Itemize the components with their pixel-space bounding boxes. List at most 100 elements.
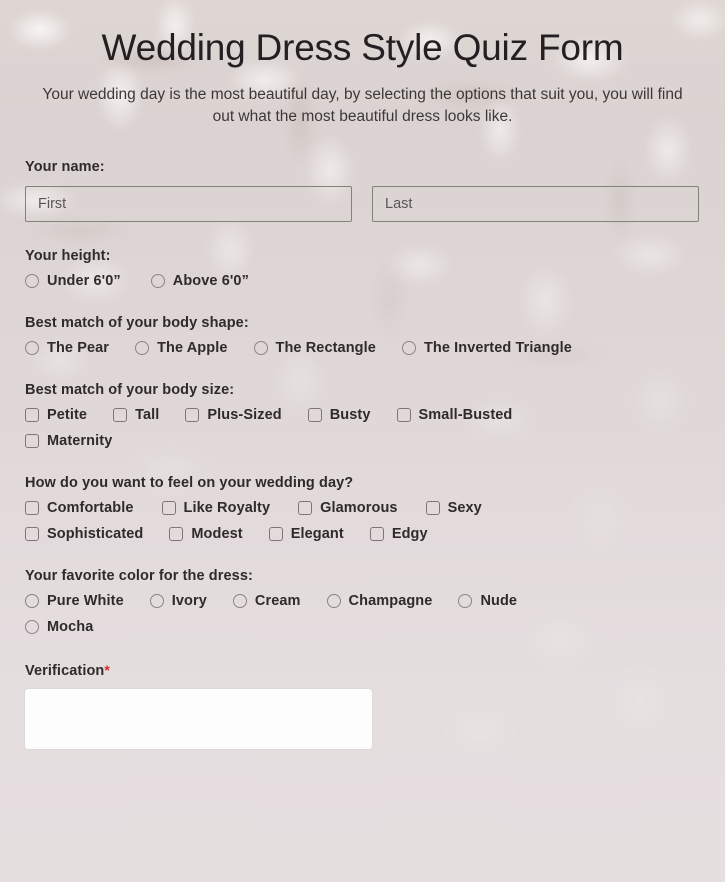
radio-circle-icon[interactable]	[253, 341, 268, 356]
question-body-size: Best match of your body size: Petite Tal…	[25, 382, 700, 449]
checkbox-option-like-royalty[interactable]: Like Royalty	[161, 500, 271, 517]
radio-circle-icon[interactable]	[149, 594, 164, 609]
option-label: Pure White	[47, 593, 124, 610]
checkbox-option-plus-sized[interactable]: Plus-Sized	[185, 407, 282, 423]
option-label: Nude	[480, 593, 518, 610]
question-label-wedding-day-feel: How do you want to feel on your wedding …	[25, 475, 354, 492]
option-label: Mocha	[47, 619, 94, 636]
checkbox-square-icon[interactable]	[298, 501, 313, 516]
radio-option-above-6-0[interactable]: Above 6'0”	[150, 273, 249, 290]
option-row: Petite Tall Plus-Sized Busty Small-Buste…	[25, 407, 700, 423]
checkbox-square-icon[interactable]	[425, 501, 440, 516]
checkbox-option-modest[interactable]: Modest	[169, 526, 243, 543]
checkbox-option-elegant[interactable]: Elegant	[268, 526, 344, 543]
radio-option-the-apple[interactable]: The Apple	[135, 340, 227, 356]
checkbox-option-comfortable[interactable]: Comfortable	[25, 500, 134, 516]
question-wedding-day-feel: How do you want to feel on your wedding …	[25, 475, 700, 542]
radio-circle-icon[interactable]	[25, 594, 39, 609]
radio-option-mocha[interactable]: Mocha	[25, 619, 93, 635]
option-row: Mocha	[25, 619, 700, 635]
option-label: Modest	[191, 526, 243, 543]
option-label: The Pear	[47, 340, 110, 357]
checkbox-square-icon[interactable]	[25, 408, 39, 423]
checkbox-option-sophisticated[interactable]: Sophisticated	[25, 526, 143, 542]
checkbox-square-icon[interactable]	[25, 434, 39, 449]
option-label: Cream	[254, 593, 301, 610]
radio-circle-icon[interactable]	[326, 594, 341, 609]
radio-option-nude[interactable]: Nude	[458, 593, 517, 609]
checkbox-option-busty[interactable]: Busty	[307, 407, 371, 424]
option-label: Comfortable	[47, 500, 134, 517]
checkbox-square-icon[interactable]	[396, 408, 411, 423]
checkbox-option-glamorous[interactable]: Glamorous	[298, 500, 397, 516]
option-label: Petite	[47, 407, 88, 424]
last-name-input[interactable]	[372, 186, 699, 223]
form-content: Wedding Dress Style Quiz Form Your weddi…	[0, 0, 725, 750]
option-label: Champagne	[348, 593, 433, 610]
radio-option-pure-white[interactable]: Pure White	[25, 593, 124, 609]
question-label-verification: Verification*	[25, 662, 700, 679]
checkbox-option-petite[interactable]: Petite	[25, 407, 87, 423]
checkbox-square-icon[interactable]	[169, 527, 184, 542]
radio-circle-icon[interactable]	[401, 341, 416, 356]
question-label-body-shape: Best match of your body shape:	[25, 315, 249, 332]
option-label: Under 6'0”	[47, 273, 121, 290]
radio-circle-icon[interactable]	[458, 594, 473, 609]
radio-option-cream[interactable]: Cream	[232, 593, 301, 610]
page-title: Wedding Dress Style Quiz Form	[101, 27, 624, 68]
option-label: Busty	[329, 407, 371, 424]
question-label-your-name: Your name:	[25, 159, 105, 176]
checkbox-square-icon[interactable]	[268, 527, 283, 542]
option-label: Elegant	[290, 526, 344, 543]
radio-circle-icon[interactable]	[25, 274, 39, 289]
radio-option-champagne[interactable]: Champagne	[326, 593, 433, 610]
color-options: Pure White Ivory Cream Champagne Nude Mo…	[25, 593, 700, 635]
height-options: Under 6'0” Above 6'0”	[25, 273, 700, 289]
radio-option-ivory[interactable]: Ivory	[149, 593, 207, 609]
option-label: The Rectangle	[275, 340, 376, 357]
radio-option-under-6-0[interactable]: Under 6'0”	[25, 273, 121, 289]
checkbox-square-icon[interactable]	[369, 527, 384, 542]
question-label-body-size: Best match of your body size:	[25, 382, 235, 399]
option-label: Above 6'0”	[172, 273, 249, 290]
checkbox-option-tall[interactable]: Tall	[113, 407, 159, 423]
option-row: Under 6'0” Above 6'0”	[25, 273, 700, 289]
option-label: Tall	[135, 407, 160, 424]
radio-circle-icon[interactable]	[25, 620, 39, 635]
radio-circle-icon[interactable]	[135, 341, 150, 356]
option-row: Comfortable Like Royalty Glamorous Sexy	[25, 500, 700, 516]
radio-circle-icon[interactable]	[150, 274, 165, 289]
quiz-form-page: Wedding Dress Style Quiz Form Your weddi…	[0, 0, 725, 882]
question-label-favorite-color: Your favorite color for the dress:	[25, 568, 253, 585]
option-label: Edgy	[391, 526, 428, 543]
checkbox-square-icon[interactable]	[25, 501, 39, 516]
checkbox-square-icon[interactable]	[161, 501, 176, 516]
body-shape-options: The Pear The Apple The Rectangle The Inv…	[25, 340, 700, 356]
radio-option-the-inverted-triangle[interactable]: The Inverted Triangle	[401, 340, 572, 357]
option-label: The Apple	[157, 340, 228, 357]
checkbox-option-small-busted[interactable]: Small-Busted	[396, 407, 513, 423]
question-verification: Verification*	[25, 662, 700, 750]
page-subtitle: Your wedding day is the most beautiful d…	[42, 85, 683, 126]
checkbox-square-icon[interactable]	[185, 408, 200, 423]
radio-option-the-pear[interactable]: The Pear	[25, 340, 109, 356]
first-name-input[interactable]	[25, 186, 352, 223]
checkbox-option-maternity[interactable]: Maternity	[25, 433, 112, 449]
checkbox-square-icon[interactable]	[307, 408, 322, 423]
required-asterisk: *	[104, 662, 110, 679]
question-label-your-height: Your height:	[25, 248, 111, 265]
captcha-widget[interactable]	[25, 689, 372, 750]
question-favorite-color: Your favorite color for the dress: Pure …	[25, 568, 700, 635]
name-input-row	[25, 186, 700, 223]
radio-option-the-rectangle[interactable]: The Rectangle	[253, 340, 376, 357]
option-label: Like Royalty	[183, 500, 271, 517]
checkbox-option-edgy[interactable]: Edgy	[369, 526, 428, 543]
checkbox-square-icon[interactable]	[113, 408, 128, 423]
option-label: The Inverted Triangle	[423, 340, 572, 357]
radio-circle-icon[interactable]	[25, 341, 39, 356]
checkbox-square-icon[interactable]	[25, 527, 39, 542]
option-label: Sexy	[447, 500, 482, 517]
checkbox-option-sexy[interactable]: Sexy	[425, 500, 482, 517]
question-body-shape: Best match of your body shape: The Pear …	[25, 315, 700, 356]
radio-circle-icon[interactable]	[232, 594, 247, 609]
